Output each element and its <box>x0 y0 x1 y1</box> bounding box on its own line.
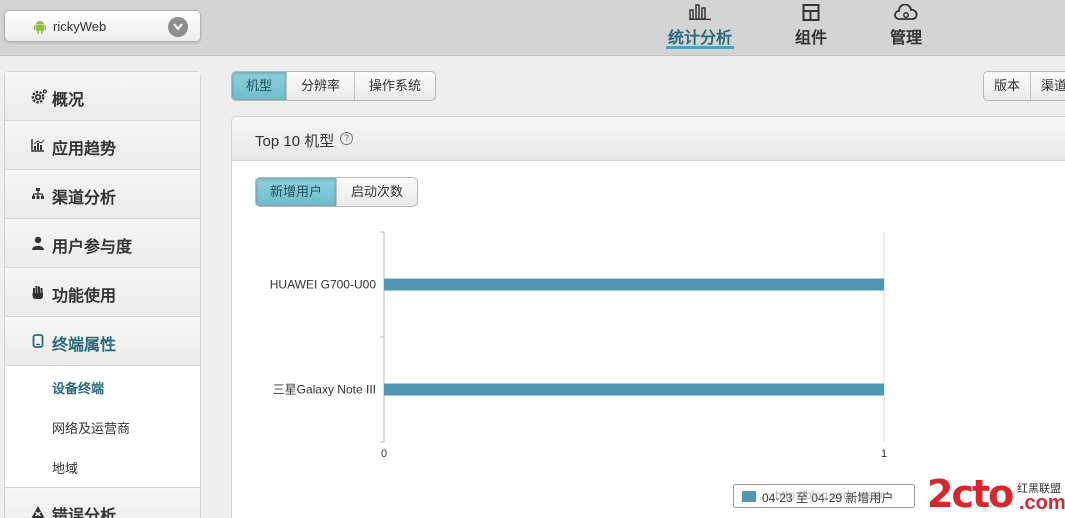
sidebar-subitem-label: 网络及运营商 <box>52 421 131 436</box>
sidebar: 概况 应用趋势 渠道分析 用户参与度 功能使用 终端属性 设备终端 网络及运营商… <box>4 71 201 518</box>
topnav-components-label: 组件 <box>794 30 827 47</box>
watermark-com: .com <box>1019 492 1065 514</box>
sidebar-subitem-label: 地域 <box>52 461 79 476</box>
sidebar-item-features[interactable]: 功能使用 <box>5 268 200 317</box>
panel-header: Top 10 机型 ? <box>232 117 1065 161</box>
sidebar-item-label: 错误分析 <box>52 508 117 518</box>
gear-icon <box>31 89 47 104</box>
help-icon[interactable]: ? <box>340 132 353 145</box>
tab-channel[interactable]: 渠道 <box>1031 72 1065 100</box>
sidebar-item-device-attributes[interactable]: 终端属性 <box>5 317 200 366</box>
phone-icon <box>32 334 44 348</box>
topnav-manage-label: 管理 <box>889 30 922 47</box>
bar-chart-icon <box>689 4 711 20</box>
sidebar-item-label: 功能使用 <box>52 288 117 305</box>
sidebar-item-errors[interactable]: 错误分析 <box>5 487 200 518</box>
sidebar-item-trend[interactable]: 应用趋势 <box>5 121 200 170</box>
legend-swatch <box>742 491 756 502</box>
sidebar-item-overview[interactable]: 概况 <box>5 72 200 121</box>
sidebar-subitem-network[interactable]: 网络及运营商 <box>5 406 200 446</box>
sidebar-subitem-region[interactable]: 地域 <box>5 446 200 486</box>
watermark-url: http://blog.csdn.net/r <box>775 488 884 502</box>
metric-tabs: 新增用户 启动次数 <box>255 177 419 207</box>
app-name: rickyWeb <box>53 19 107 34</box>
sidebar-item-engagement[interactable]: 用户参与度 <box>5 219 200 268</box>
topnav-manage[interactable]: 管理 <box>888 0 924 56</box>
hierarchy-icon <box>32 188 44 199</box>
sidebar-item-label: 概况 <box>52 92 85 109</box>
components-icon <box>802 4 820 21</box>
hand-icon <box>32 286 43 299</box>
active-indicator <box>666 46 734 49</box>
tab-resolution[interactable]: 分辨率 <box>287 72 356 100</box>
chevron-down-icon[interactable] <box>168 17 188 37</box>
topnav-stats[interactable]: 统计分析 <box>666 0 734 56</box>
sidebar-subitem-label: 设备终端 <box>52 381 105 396</box>
tab-model[interactable]: 机型 <box>232 72 288 100</box>
top10-panel: Top 10 机型 ? 新增用户 启动次数 <box>231 116 1065 518</box>
sidebar-item-label: 应用趋势 <box>52 141 117 158</box>
tab-new-users[interactable]: 新增用户 <box>256 178 338 206</box>
tab-launches[interactable]: 启动次数 <box>337 178 417 206</box>
watermark-logo: 2cto 红黑联盟 .com <box>927 474 1065 518</box>
warning-icon <box>31 506 45 518</box>
trend-chart-icon <box>31 139 45 152</box>
sidebar-item-label: 终端属性 <box>52 337 117 354</box>
tab-os[interactable]: 操作系统 <box>355 72 435 100</box>
topnav-stats-label: 统计分析 <box>667 30 732 47</box>
dimension-tabs: 机型 分辨率 操作系统 <box>231 71 437 101</box>
tab-version[interactable]: 版本 <box>984 72 1032 100</box>
android-icon <box>34 21 46 34</box>
panel-title: Top 10 机型 <box>255 133 335 150</box>
app-selector[interactable]: rickyWeb <box>4 10 201 42</box>
sidebar-item-label: 用户参与度 <box>52 239 133 256</box>
sidebar-subitem-devices[interactable]: 设备终端 <box>5 366 200 406</box>
topnav-components[interactable]: 组件 <box>793 0 829 56</box>
sidebar-item-channel[interactable]: 渠道分析 <box>5 170 200 219</box>
filter-tabs: 版本 渠道 <box>983 71 1065 101</box>
watermark-text: 2cto <box>927 472 1014 516</box>
cloud-manage-icon <box>894 4 918 20</box>
user-icon <box>32 236 44 250</box>
top-bar: rickyWeb 统计分析 组件 管理 <box>0 0 1065 56</box>
sidebar-item-label: 渠道分析 <box>52 190 117 207</box>
